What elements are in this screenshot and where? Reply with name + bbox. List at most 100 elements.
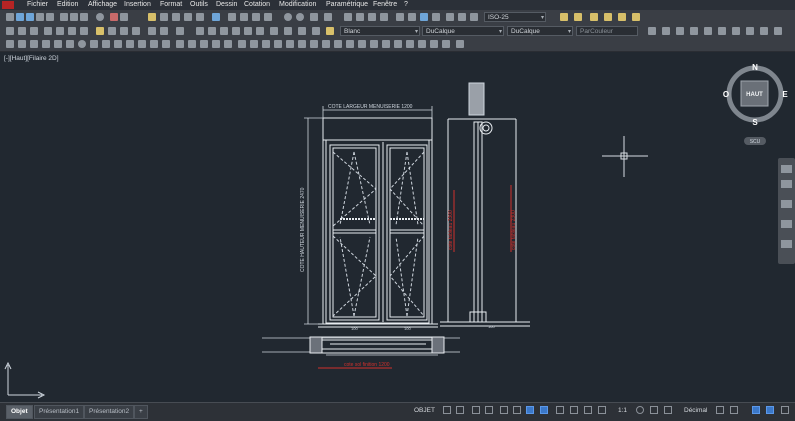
walk-icon[interactable] <box>704 27 712 35</box>
break-icon[interactable] <box>220 27 228 35</box>
plus-icon[interactable] <box>664 406 672 414</box>
scale-modify-icon[interactable] <box>322 40 330 48</box>
layer-freeze-icon[interactable] <box>604 13 612 21</box>
dim-edit-icon[interactable] <box>396 13 404 21</box>
rect-draw-icon[interactable] <box>54 40 62 48</box>
menu-help[interactable]: ? <box>404 1 408 8</box>
layer-unlock-icon[interactable] <box>632 13 640 21</box>
trim-modify-icon[interactable] <box>346 40 354 48</box>
light-icon[interactable] <box>746 27 754 35</box>
polar-icon[interactable] <box>485 406 493 414</box>
ortho-icon[interactable] <box>472 406 480 414</box>
dim-baseline-icon[interactable] <box>344 13 352 21</box>
dim-radius-icon[interactable] <box>284 13 292 21</box>
copy-icon[interactable] <box>120 13 128 21</box>
quick-properties-icon[interactable] <box>716 406 724 414</box>
spline-draw-icon[interactable] <box>102 40 110 48</box>
open-icon[interactable] <box>16 13 24 21</box>
stretch-modify-icon[interactable] <box>334 40 342 48</box>
hatch-draw-icon[interactable] <box>176 40 184 48</box>
render-icon[interactable] <box>732 27 740 35</box>
menu-insertion[interactable]: Insertion <box>124 1 151 8</box>
menu-cotation[interactable]: Cotation <box>244 1 270 8</box>
layer-select[interactable]: Blanc ▾ <box>340 26 420 36</box>
menu-dessin[interactable]: Dessin <box>216 1 237 8</box>
line-draw-icon[interactable] <box>6 40 14 48</box>
pencil-icon[interactable] <box>148 13 156 21</box>
viewport-controls[interactable]: [-][Haut][Filaire 2D] <box>4 55 59 62</box>
rotate-modify-icon[interactable] <box>310 40 318 48</box>
isolate-objects-icon[interactable] <box>752 406 760 414</box>
align-icon[interactable] <box>312 27 320 35</box>
grid-icon[interactable] <box>443 406 451 414</box>
isodraft-icon[interactable] <box>500 406 508 414</box>
mtext-icon[interactable] <box>132 27 140 35</box>
construction-line-icon[interactable] <box>18 40 26 48</box>
ellipse-icon[interactable] <box>68 27 76 35</box>
polygon-draw-icon[interactable] <box>42 40 50 48</box>
chamfer-icon[interactable] <box>244 27 252 35</box>
zoom-icon[interactable] <box>662 27 670 35</box>
save-icon[interactable] <box>26 13 34 21</box>
array-modify-icon[interactable] <box>286 40 294 48</box>
polyline-draw-icon[interactable] <box>30 40 38 48</box>
linetype-select[interactable]: DuCalque ▾ <box>422 26 504 36</box>
layer-iso-icon[interactable] <box>590 13 598 21</box>
tab-model[interactable]: Objet <box>6 405 33 419</box>
table-icon[interactable] <box>228 13 236 21</box>
region-draw-icon[interactable] <box>200 40 208 48</box>
circle-icon[interactable] <box>96 13 104 21</box>
fillet-icon[interactable] <box>256 27 264 35</box>
rectangle-icon[interactable] <box>44 27 52 35</box>
menu-edition[interactable]: Edition <box>57 1 78 8</box>
dim-override-icon[interactable] <box>446 13 454 21</box>
dim-style-select[interactable]: ISO-25 ▾ <box>484 12 546 22</box>
stretch-icon[interactable] <box>284 27 292 35</box>
arc-draw-icon[interactable] <box>66 40 74 48</box>
spline-icon[interactable] <box>56 27 64 35</box>
fillet-modify-icon[interactable] <box>418 40 426 48</box>
array-icon[interactable] <box>176 27 184 35</box>
extend-icon[interactable] <box>208 27 216 35</box>
units-selector[interactable]: Décimal <box>684 405 707 416</box>
menu-affichage[interactable]: Affichage <box>88 1 117 8</box>
dim-angular-icon[interactable] <box>310 13 318 21</box>
orbit-icon[interactable] <box>690 27 698 35</box>
dim-style-icon[interactable] <box>432 13 440 21</box>
trim-icon[interactable] <box>196 27 204 35</box>
dim-aligned-icon[interactable] <box>252 13 260 21</box>
make-block-icon[interactable] <box>150 40 158 48</box>
lengthen-icon[interactable] <box>298 27 306 35</box>
autoscale-icon[interactable] <box>598 406 606 414</box>
workspace-gear-icon[interactable] <box>636 406 644 414</box>
tab-layout-2[interactable]: Présentation2 <box>84 405 135 419</box>
mtext-draw-icon[interactable] <box>224 40 232 48</box>
snap-icon[interactable] <box>456 406 464 414</box>
plot-icon[interactable] <box>46 13 54 21</box>
mirror-modify-icon[interactable] <box>262 40 270 48</box>
ellipse-arc-icon[interactable] <box>126 40 134 48</box>
dim-text-edit-icon[interactable] <box>408 13 416 21</box>
mirror-icon[interactable] <box>148 27 156 35</box>
break-modify-icon[interactable] <box>382 40 390 48</box>
extend-modify-icon[interactable] <box>358 40 366 48</box>
gradient-icon[interactable] <box>120 27 128 35</box>
table-draw-icon[interactable] <box>212 40 220 48</box>
block-icon[interactable] <box>80 27 88 35</box>
annotation-monitor-icon[interactable] <box>650 406 658 414</box>
dim-space-icon[interactable] <box>458 13 466 21</box>
lineweight-select[interactable]: DuCalque ▾ <box>507 26 573 36</box>
camera-icon[interactable] <box>718 27 726 35</box>
hardware-acceleration-icon[interactable] <box>766 406 774 414</box>
dim-break-icon[interactable] <box>470 13 478 21</box>
menu-parametrique[interactable]: Paramétrique <box>326 1 368 8</box>
blend-icon[interactable] <box>430 40 438 48</box>
insert-block-icon[interactable] <box>138 40 146 48</box>
annotation-visibility-icon[interactable] <box>584 406 592 414</box>
arc-icon[interactable] <box>80 13 88 21</box>
explode-icon[interactable] <box>270 27 278 35</box>
new-icon[interactable] <box>6 13 14 21</box>
tolerance-icon[interactable] <box>368 13 376 21</box>
break-point-icon[interactable] <box>370 40 378 48</box>
xline-icon[interactable] <box>6 27 14 35</box>
